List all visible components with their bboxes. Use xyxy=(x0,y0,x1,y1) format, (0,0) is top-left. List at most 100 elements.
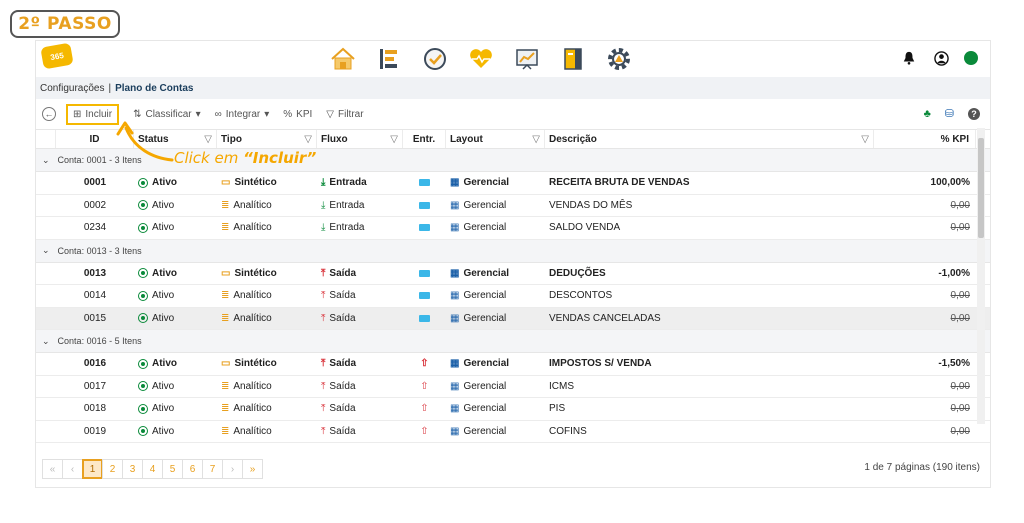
tipo-text: Analítico xyxy=(233,290,272,302)
toolbar-right: ♣ ⛁ ? xyxy=(924,107,980,120)
kpi-value: 0,00 xyxy=(950,312,970,324)
page-button-2[interactable]: 2 xyxy=(102,459,123,479)
table-row[interactable]: 0014 Ativo ≣ Analítico ⤒ Saída ▦ Gerencial DESCO… xyxy=(36,285,990,308)
incluir-label: Incluir xyxy=(85,108,113,120)
cell-descricao: PIS xyxy=(549,403,566,415)
help-icon[interactable]: ? xyxy=(968,107,980,120)
kpi-value: 0,00 xyxy=(950,425,970,437)
table-row[interactable]: 0017 Ativo ≣ Analítico ⤒ Saída ⇧ ▦ Gerencial ICMS… xyxy=(36,376,990,398)
filter-icon[interactable]: ▽ xyxy=(532,134,540,145)
upload-icon: ⇧ xyxy=(420,403,429,415)
row-spacer xyxy=(36,421,56,443)
structure-icon[interactable] xyxy=(375,45,403,73)
page-button-3[interactable]: 3 xyxy=(122,459,143,479)
filtrar-button[interactable]: ▽ Filtrar xyxy=(326,109,363,120)
filter-icon[interactable]: ▽ xyxy=(304,134,312,145)
first-page-button[interactable]: « xyxy=(42,459,63,479)
header-layout[interactable]: Layout ▽ xyxy=(446,130,545,148)
home-icon[interactable] xyxy=(329,45,357,73)
kpi-value: 0,00 xyxy=(950,199,970,211)
table-row[interactable]: 0016 Ativo ▭ Sintético ⤒ Saída ⇧ ▦ Gerencial IMPO… xyxy=(36,353,990,376)
breadcrumb: Configurações | Plano de Contas xyxy=(36,77,990,99)
table-row[interactable]: 0015 Ativo ≣ Analítico ⤒ Saída ▦ Gerencial VENDA… xyxy=(36,307,990,330)
outflow-icon: ⤒ xyxy=(321,312,326,324)
status-text: Ativo xyxy=(152,403,175,415)
kpi-value: 0,00 xyxy=(950,380,970,392)
cell-fluxo: ⤓ Entrada xyxy=(317,195,403,217)
table-row[interactable]: 0234 Ativo ≣ Analítico ⤓ Entrada ▦ Gerencial SAL… xyxy=(36,217,990,240)
page-button-5[interactable]: 5 xyxy=(162,459,183,479)
header-fluxo[interactable]: Fluxo ▽ xyxy=(317,130,403,148)
fluxo-text: Entrada xyxy=(329,199,365,211)
breadcrumb-parent[interactable]: Configurações xyxy=(40,83,104,94)
chart-icon[interactable] xyxy=(513,45,541,73)
cell-status: Ativo xyxy=(134,398,217,420)
table-row[interactable]: 0018 Ativo ≣ Analítico ⤒ Saída ⇧ ▦ Gerencial PIS 0… xyxy=(36,398,990,421)
layout-icon: ▦ xyxy=(450,380,460,392)
cell-id: 0014 xyxy=(83,290,107,302)
cell-status: Ativo xyxy=(134,195,217,217)
database-icon[interactable]: ⛁ xyxy=(945,107,954,120)
cell-fluxo: ⤒ Saída xyxy=(317,421,403,443)
gear-icon[interactable] xyxy=(605,45,633,73)
chevron-down-icon[interactable]: ⌄ xyxy=(42,245,50,256)
page-button-4[interactable]: 4 xyxy=(142,459,163,479)
active-status-icon xyxy=(138,313,148,324)
prev-page-button[interactable]: ‹ xyxy=(62,459,83,479)
header-descricao-label: Descrição xyxy=(549,133,597,145)
chevron-down-icon[interactable]: ⌄ xyxy=(42,336,50,347)
tree-list-icon: ≣ xyxy=(221,425,230,437)
layout-text: Gerencial xyxy=(463,222,507,234)
layout-icon: ▦ xyxy=(450,425,460,437)
page-button-6[interactable]: 6 xyxy=(182,459,203,479)
kpi-value: 0,00 xyxy=(950,290,970,302)
tree-icon[interactable]: ♣ xyxy=(924,108,931,120)
cell-layout: ▦ Gerencial xyxy=(446,376,545,398)
page-button-7[interactable]: 7 xyxy=(202,459,223,479)
integrar-button[interactable]: ∞ Integrar ▾ xyxy=(215,109,270,120)
scroll-thumb[interactable] xyxy=(978,138,984,238)
layout-text: Gerencial xyxy=(463,425,507,437)
cell-tipo: ▭ Sintético xyxy=(217,263,317,285)
active-status-icon xyxy=(138,177,148,188)
vertical-scrollbar[interactable] xyxy=(977,128,985,424)
header-entr[interactable]: Entr. xyxy=(403,130,446,148)
folder-icon: ▭ xyxy=(221,267,231,279)
table-row[interactable]: 0001 Ativo ▭ Sintético ⤓ Entrada ▦ Gerencial REC… xyxy=(36,172,990,195)
table-row[interactable]: 0002 Ativo ≣ Analítico ⤓ Entrada ▦ Gerencial VEN… xyxy=(36,195,990,217)
cell-id: 0019 xyxy=(83,425,107,437)
header-kpi[interactable]: % KPI xyxy=(874,130,976,148)
filter-icon[interactable]: ▽ xyxy=(390,134,398,145)
notebook-icon[interactable] xyxy=(559,45,587,73)
kpi-button[interactable]: % KPI xyxy=(283,109,312,120)
row-spacer xyxy=(36,195,56,217)
app-logo[interactable]: 365 xyxy=(40,42,74,70)
page-button-1[interactable]: 1 xyxy=(82,459,103,479)
last-page-button[interactable]: » xyxy=(242,459,263,479)
next-page-button[interactable]: › xyxy=(222,459,243,479)
heart-icon[interactable] xyxy=(467,45,495,73)
table-row[interactable]: 0013 Ativo ▭ Sintético ⤒ Saída ▦ Gerencial DEDUÇ… xyxy=(36,263,990,285)
table-row[interactable]: 0019 Ativo ≣ Analítico ⤒ Saída ⇧ ▦ Gerencial COFI… xyxy=(36,421,990,443)
cell-entr xyxy=(403,195,446,217)
user-icon[interactable] xyxy=(932,49,950,67)
cell-kpi: 0,00 xyxy=(874,217,976,239)
group-row[interactable]: ⌄ Conta: 0016 - 5 Itens xyxy=(36,330,990,353)
cell-entr xyxy=(403,263,446,285)
filter-icon[interactable]: ▽ xyxy=(861,134,869,145)
active-status-icon xyxy=(138,381,148,392)
filter-icon[interactable]: ▽ xyxy=(204,134,212,145)
cell-layout: ▦ Gerencial xyxy=(446,353,545,375)
cell-id: 0017 xyxy=(83,380,107,392)
chevron-down-icon[interactable]: ⌄ xyxy=(42,155,50,166)
outflow-icon: ⤒ xyxy=(321,425,326,437)
bell-icon[interactable] xyxy=(900,49,918,67)
back-arrow-icon[interactable]: ← xyxy=(42,107,56,121)
header-tipo[interactable]: Tipo ▽ xyxy=(217,130,317,148)
cell-tipo: ≣ Analítico xyxy=(217,376,317,398)
check-icon[interactable] xyxy=(421,45,449,73)
group-row[interactable]: ⌄ Conta: 0013 - 3 Itens xyxy=(36,239,990,263)
tipo-text: Sintético xyxy=(234,177,277,189)
header-descricao[interactable]: Descrição ▽ xyxy=(545,130,874,148)
group-label: Conta: 0016 - 5 Itens xyxy=(57,336,142,346)
